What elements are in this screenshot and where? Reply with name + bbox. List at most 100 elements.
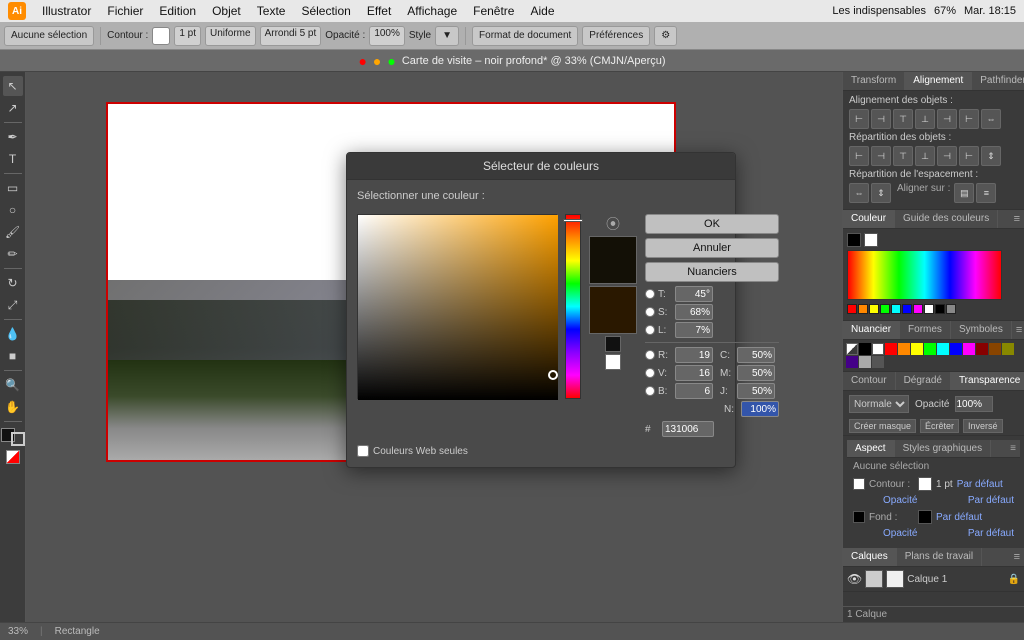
nuancier-swatch-brown[interactable] [989, 343, 1001, 355]
nuancier-swatch-white[interactable] [872, 343, 884, 355]
swatch-white-s[interactable] [924, 304, 934, 314]
tab-symboles[interactable]: Symboles [951, 321, 1012, 339]
swatch-gray[interactable] [946, 304, 956, 314]
dist-center-h[interactable]: ⊣ [871, 146, 891, 166]
contour-color-swatch[interactable] [853, 478, 865, 490]
field-N[interactable] [741, 401, 779, 417]
nuancier-swatch-darkred[interactable] [976, 343, 988, 355]
tool-pen[interactable]: ✒ [3, 127, 23, 147]
swatch-orange[interactable] [858, 304, 868, 314]
inverse-btn[interactable]: Inversé [963, 419, 1003, 433]
stroke-type-select[interactable]: Uniforme [205, 26, 256, 46]
menu-objet[interactable]: Objet [212, 4, 241, 18]
color-gradient-square[interactable] [357, 214, 557, 399]
menu-selection[interactable]: Sélection [301, 4, 350, 18]
swatch-yellow[interactable] [869, 304, 879, 314]
tool-ellipse[interactable]: ○ [3, 200, 23, 220]
eye-icon[interactable]: 👁 [847, 572, 862, 586]
align-top[interactable]: ⊥ [915, 109, 935, 129]
menu-texte[interactable]: Texte [257, 4, 286, 18]
dist-right[interactable]: ⊤ [893, 146, 913, 166]
hex-input[interactable] [662, 421, 714, 437]
field-S[interactable] [675, 304, 713, 320]
bg-color-swatch[interactable] [864, 233, 878, 247]
dist-bottom[interactable]: ⊢ [959, 146, 979, 166]
dist-space-h[interactable]: ⇔ [849, 183, 869, 203]
swatch-red[interactable] [847, 304, 857, 314]
field-V[interactable] [675, 365, 713, 381]
fond-color-swatch[interactable] [853, 511, 865, 523]
swatch-none[interactable] [846, 343, 858, 355]
menu-illustrator[interactable]: Illustrator [42, 4, 91, 18]
swatch-black-s[interactable] [935, 304, 945, 314]
menu-aide[interactable]: Aide [530, 4, 554, 18]
align-center-v[interactable]: ⊣ [937, 109, 957, 129]
align-extra[interactable]: ⇔ [981, 109, 1001, 129]
field-R[interactable] [675, 347, 713, 363]
tab-styles-graphiques[interactable]: Styles graphiques [895, 440, 992, 457]
field-L[interactable] [675, 322, 713, 338]
align-on-extra[interactable]: ≡ [976, 183, 996, 203]
dist-space-v[interactable]: ⇕ [871, 183, 891, 203]
eyedropper-icon[interactable]: ⦿ [606, 214, 620, 234]
tool-eyedropper[interactable]: 💧 [3, 324, 23, 344]
dist-left[interactable]: ⊢ [849, 146, 869, 166]
hue-gradient-bar[interactable] [847, 250, 1002, 300]
align-left[interactable]: ⊢ [849, 109, 869, 129]
tool-text[interactable]: T [3, 149, 23, 169]
field-B[interactable] [675, 383, 713, 399]
tab-contour[interactable]: Contour [843, 372, 896, 390]
nuancier-swatch-purple[interactable] [846, 356, 858, 368]
opacity-select[interactable]: 100% [369, 26, 405, 46]
calques-menu-icon[interactable]: ≡ [1010, 548, 1024, 566]
style-btn[interactable]: ▼ [435, 26, 459, 46]
tool-scale[interactable]: ⤢ [3, 295, 23, 315]
fond-color-box[interactable] [918, 510, 932, 524]
stroke-color[interactable] [11, 432, 25, 446]
tool-rectangle[interactable]: ▭ [3, 178, 23, 198]
nuancier-swatch-magenta[interactable] [963, 343, 975, 355]
tab-nuancier[interactable]: Nuancier [843, 321, 900, 339]
tool-zoom[interactable]: 🔍 [3, 375, 23, 395]
contour-default-link[interactable]: Par défaut [957, 479, 1003, 490]
tab-couleur[interactable]: Couleur [843, 210, 895, 228]
tool-hand[interactable]: ✋ [3, 397, 23, 417]
radio-V[interactable] [645, 368, 655, 378]
tool-gradient[interactable]: ■ [3, 346, 23, 366]
format-document-btn[interactable]: Format de document [472, 26, 578, 46]
couleur-menu-icon[interactable]: ≡ [1010, 210, 1024, 228]
tab-formes[interactable]: Formes [900, 321, 951, 339]
tab-transform[interactable]: Transform [843, 72, 905, 90]
ok-button[interactable]: OK [645, 214, 779, 234]
radio-L[interactable] [645, 325, 655, 335]
menu-affichage[interactable]: Affichage [407, 4, 457, 18]
none-color[interactable] [6, 450, 20, 464]
tool-direct-select[interactable]: ↗ [3, 98, 23, 118]
align-center-h[interactable]: ⊣ [871, 109, 891, 129]
fond-opacity-default-link[interactable]: Par défaut [968, 528, 1014, 539]
tab-alignement[interactable]: Alignement [905, 72, 972, 90]
corner-select[interactable]: Arrondi 5 pt [260, 26, 322, 46]
preferences-btn[interactable]: Préférences [582, 26, 650, 46]
swatch-blue[interactable] [902, 304, 912, 314]
field-M[interactable] [737, 365, 775, 381]
layer-lock-icon[interactable]: 🔒 [1008, 574, 1020, 585]
aspect-menu-icon[interactable]: ≡ [1006, 440, 1020, 457]
radio-T[interactable] [645, 289, 655, 299]
tab-transparence[interactable]: Transparence [951, 372, 1024, 390]
menu-fichier[interactable]: Fichier [107, 4, 143, 18]
ecreter-btn[interactable]: Écrêter [920, 419, 959, 433]
dist-extra[interactable]: ⇕ [981, 146, 1001, 166]
opacity-default-link[interactable]: Par défaut [968, 495, 1014, 506]
radio-B[interactable] [645, 386, 655, 396]
menu-fenetre[interactable]: Fenêtre [473, 4, 514, 18]
nuancier-swatch-cyan[interactable] [937, 343, 949, 355]
tab-pathfinder[interactable]: Pathfinder [972, 72, 1024, 90]
tool-select[interactable]: ↖ [3, 76, 23, 96]
radio-S[interactable] [645, 307, 655, 317]
create-mask-btn[interactable]: Créer masque [849, 419, 916, 433]
align-on-btn[interactable]: ▤ [954, 183, 974, 203]
tab-guide[interactable]: Guide des couleurs [895, 210, 998, 228]
dist-center-v[interactable]: ⊣ [937, 146, 957, 166]
nuancier-swatch-red[interactable] [885, 343, 897, 355]
